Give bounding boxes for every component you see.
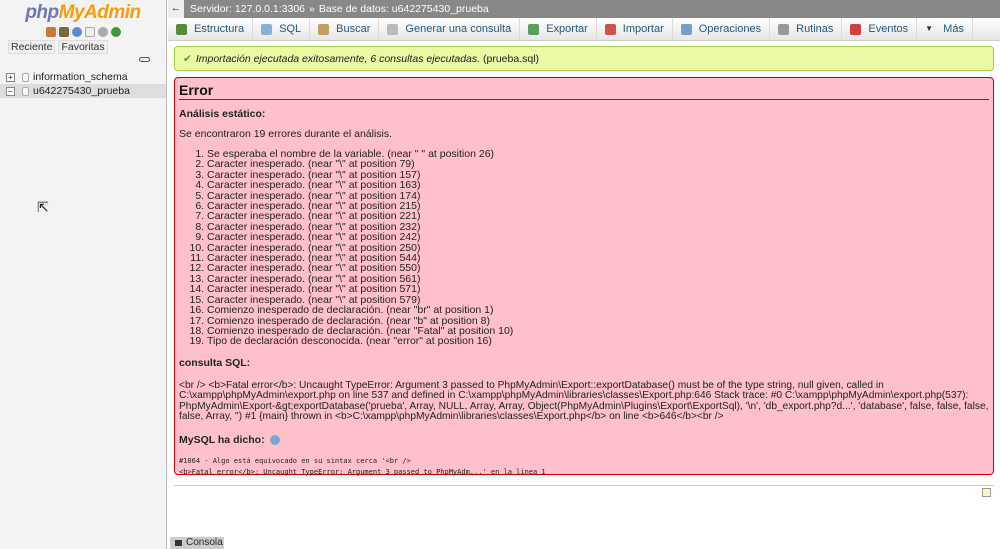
help-icon[interactable] (269, 434, 280, 445)
tab-icon (261, 23, 273, 35)
tab-icon (604, 23, 616, 35)
error-list: Se esperaba el nombre de la variable. (n… (207, 149, 989, 347)
breadcrumb-separator: » (309, 3, 315, 15)
tab-label: Eventos (868, 23, 909, 35)
tab-importar[interactable]: Importar (597, 18, 673, 40)
home-icon[interactable] (45, 27, 56, 37)
database-icon (22, 86, 29, 96)
error-item: Comienzo inesperado de declaración. (nea… (207, 305, 989, 316)
error-title: Error (179, 82, 989, 100)
tab-icon (850, 23, 862, 35)
breadcrumb: ← Servidor: 127.0.0.1:3306 » Base de dat… (168, 0, 1000, 18)
static-analysis-heading: Análisis estático: (179, 108, 266, 120)
link-icon[interactable] (139, 57, 150, 62)
breadcrumb-database[interactable]: Base de datos: u642275430_prueba (319, 3, 489, 15)
tab-label: SQL (279, 23, 302, 35)
tab-rutinas[interactable]: Rutinas (770, 18, 843, 40)
tree-item-label[interactable]: u642275430_prueba (33, 85, 130, 97)
database-icon (22, 72, 29, 82)
favorites-tab[interactable]: Favoritas (58, 40, 108, 54)
tab-label: Rutinas (796, 23, 834, 35)
success-message: ✔ Importación ejecutada exitosamente, 6 c… (174, 46, 994, 71)
caret-down-icon: ▼ (925, 23, 934, 33)
tab-label: Más (943, 23, 964, 35)
breadcrumb-server[interactable]: Servidor: 127.0.0.1:3306 (190, 3, 305, 15)
gear-icon[interactable] (97, 27, 108, 37)
sql-query-heading: consulta SQL: (179, 356, 251, 369)
tab-generar-una-consulta[interactable]: Generar una consulta (379, 18, 521, 40)
console-toggle[interactable]: Consola (170, 537, 224, 549)
main-tabs: Estructura SQL Buscar Generar una consulta E… (168, 18, 1000, 41)
tab-exportar[interactable]: Exportar (520, 18, 597, 40)
check-icon: ✔ (183, 53, 192, 65)
reload-icon[interactable] (110, 27, 121, 37)
back-arrow-icon[interactable]: ← (168, 0, 184, 18)
tab-label: Buscar (336, 23, 371, 35)
error-summary: Se encontraron 19 errores durante el aná… (179, 128, 393, 140)
tab-icon (528, 23, 540, 35)
tab-operaciones[interactable]: Operaciones (673, 18, 771, 40)
notes-icon[interactable] (982, 488, 991, 497)
tab-label: Estructura (194, 23, 245, 35)
mouse-cursor-icon: ⇱ (37, 199, 49, 215)
logout-icon[interactable] (58, 27, 69, 37)
tab-más[interactable]: ▼ Más (917, 18, 973, 40)
mysql-said-heading: MySQL ha dicho: (179, 434, 989, 446)
tab-eventos[interactable]: Eventos (842, 18, 918, 40)
tree-item-label[interactable]: information_schema (33, 71, 128, 83)
database-tree: + information_schema − u642275430_prueba (0, 70, 166, 98)
navigation-panel: phpMyAdmin Reciente Favoritas + informati… (0, 0, 167, 549)
tab-icon (176, 23, 187, 35)
expand-icon[interactable]: + (6, 72, 15, 82)
error-box: Error Análisis estático: Se encontraron … (174, 77, 994, 476)
tab-label: Generar una consulta (405, 23, 512, 35)
help-icon[interactable] (71, 27, 82, 37)
error-item: Tipo de declaración desconocida. (near "… (207, 336, 989, 347)
phpmyadmin-logo[interactable]: phpMyAdmin (0, 2, 166, 24)
tab-sql[interactable]: SQL (253, 18, 311, 40)
tab-icon (318, 23, 330, 35)
tab-label: Importar (622, 23, 664, 35)
tab-icon (778, 23, 790, 35)
tab-icon (680, 23, 692, 35)
collapse-icon[interactable]: − (6, 86, 15, 96)
docs-icon[interactable] (84, 27, 95, 37)
tree-item-u642275430-prueba[interactable]: − u642275430_prueba (0, 84, 166, 98)
tab-buscar[interactable]: Buscar (310, 18, 380, 40)
tab-label: Exportar (546, 23, 588, 35)
divider (174, 485, 994, 486)
tab-label: Operaciones (698, 23, 762, 35)
sql-query-text: <br /> <b>Fatal error</b>: Uncaught Type… (179, 379, 989, 423)
tab-estructura[interactable]: Estructura (168, 18, 254, 40)
tab-icon (387, 23, 399, 35)
mysql-error-message: #1064 - Algo está equivocado en su sinta… (179, 456, 546, 476)
recent-tab[interactable]: Reciente (8, 40, 56, 54)
tree-item-information-schema[interactable]: + information_schema (0, 70, 166, 84)
